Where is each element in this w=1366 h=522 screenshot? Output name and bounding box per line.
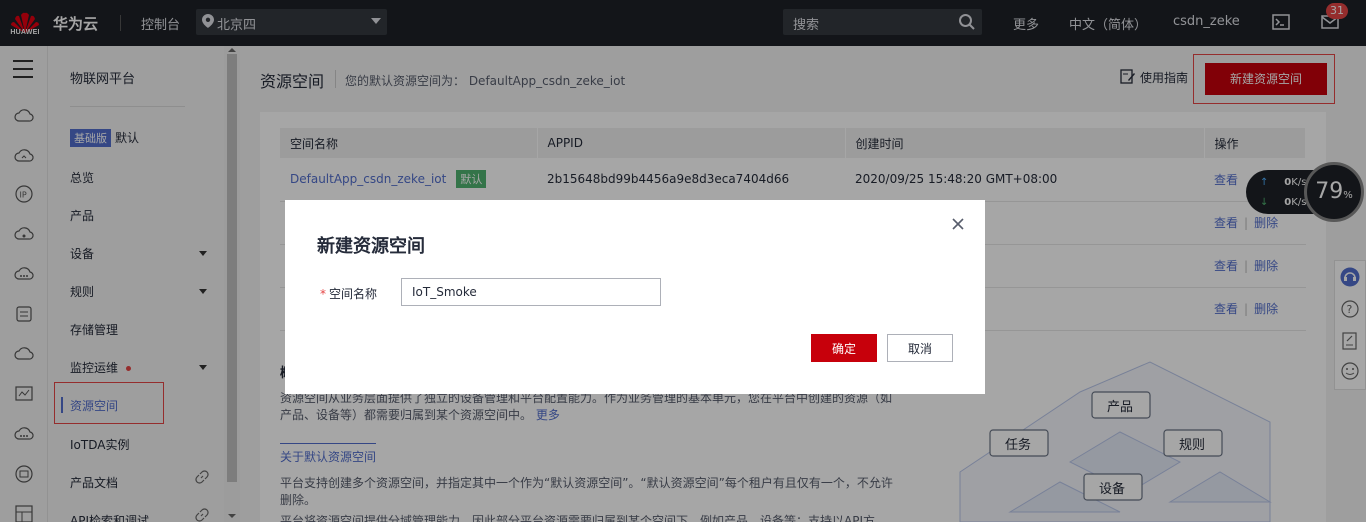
- close-icon[interactable]: [950, 216, 966, 232]
- space-name-label: * 空间名称: [320, 285, 377, 302]
- confirm-button[interactable]: 确定: [811, 334, 877, 362]
- space-name-label-text: 空间名称: [329, 287, 378, 301]
- required-mark: *: [320, 287, 326, 301]
- space-name-input[interactable]: [401, 278, 661, 306]
- create-resource-space-dialog: 新建资源空间 *空间名称 确定 取消: [285, 200, 985, 394]
- cancel-button[interactable]: 取消: [887, 334, 953, 362]
- dialog-title: 新建资源空间: [317, 236, 425, 257]
